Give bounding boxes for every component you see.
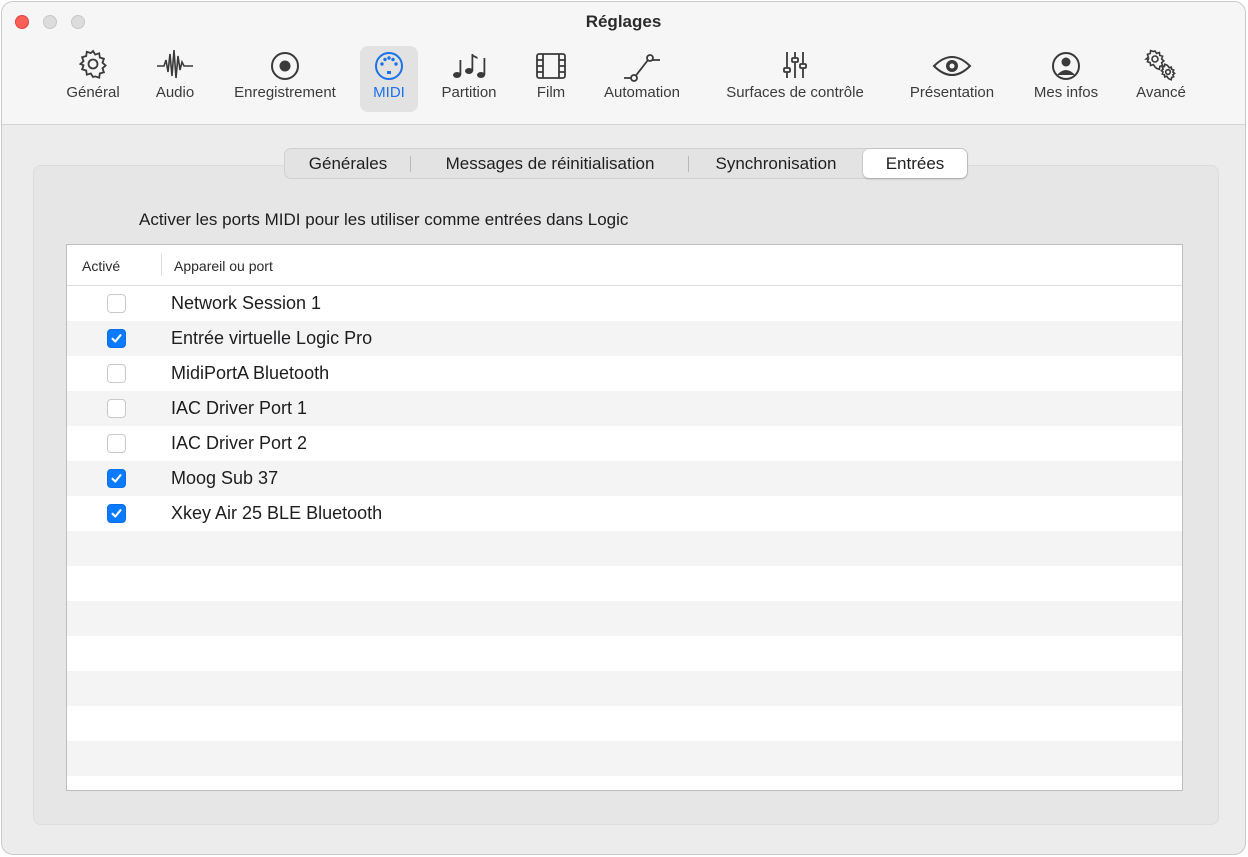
toolbar-audio[interactable]: Audio — [145, 46, 205, 112]
enable-checkbox[interactable] — [107, 434, 126, 453]
empty-row — [67, 601, 1182, 636]
device-name: IAC Driver Port 1 — [171, 398, 308, 418]
table-row[interactable]: Xkey Air 25 BLE Bluetooth — [67, 496, 1182, 531]
toolbar-general[interactable]: Général — [58, 46, 128, 112]
device-name: MidiPortA Bluetooth — [171, 363, 330, 383]
checkmark-icon — [111, 334, 122, 343]
tab-bar: Générales Messages de réinitialisation S… — [284, 148, 968, 179]
toolbar-score[interactable]: Partition — [432, 46, 506, 112]
tab-general[interactable]: Générales — [285, 149, 411, 178]
table-row[interactable]: Entrée virtuelle Logic Pro — [67, 321, 1182, 356]
tab-inputs[interactable]: Entrées — [863, 149, 967, 178]
table-row[interactable]: Network Session 1 — [67, 286, 1182, 321]
toolbar-midi[interactable]: MIDI — [360, 46, 418, 112]
music-notes-icon — [432, 46, 506, 82]
toolbar-display[interactable]: Présentation — [899, 46, 1005, 112]
automation-curve-icon — [594, 46, 690, 82]
toolbar-recording[interactable]: Enregistrement — [223, 46, 347, 112]
empty-row — [67, 741, 1182, 776]
enable-checkbox[interactable] — [107, 469, 126, 488]
toolbar-control-surfaces[interactable]: Surfaces de contrôle — [711, 46, 879, 112]
column-header-device[interactable]: Appareil ou port — [174, 258, 273, 274]
window-title: Réglages — [585, 12, 662, 31]
table-row[interactable]: IAC Driver Port 2 — [67, 426, 1182, 461]
empty-row — [67, 776, 1182, 790]
device-name: Xkey Air 25 BLE Bluetooth — [171, 503, 383, 523]
device-name: Network Session 1 — [171, 293, 322, 313]
checkmark-icon — [111, 509, 122, 518]
enable-checkbox[interactable] — [107, 364, 126, 383]
enable-checkbox[interactable] — [107, 399, 126, 418]
table-row[interactable]: MidiPortA Bluetooth — [67, 356, 1182, 391]
checkmark-icon — [111, 474, 122, 483]
column-divider[interactable] — [161, 254, 162, 276]
enable-checkbox[interactable] — [107, 329, 126, 348]
toolbar-film[interactable]: Film — [524, 46, 578, 112]
toolbar-advanced[interactable]: Avancé — [1126, 46, 1196, 112]
device-name: Moog Sub 37 — [171, 468, 279, 488]
waveform-icon — [145, 46, 205, 82]
section-heading: Activer les ports MIDI pour les utiliser… — [139, 210, 629, 229]
person-icon — [1024, 46, 1108, 82]
device-name: IAC Driver Port 2 — [171, 433, 308, 453]
device-name: Entrée virtuelle Logic Pro — [171, 328, 373, 348]
enable-checkbox[interactable] — [107, 294, 126, 313]
eye-icon — [899, 46, 1005, 82]
record-icon — [223, 46, 347, 82]
sliders-icon — [711, 46, 879, 82]
gear-icon — [58, 46, 128, 82]
empty-row — [67, 566, 1182, 601]
enable-checkbox[interactable] — [107, 504, 126, 523]
empty-row — [67, 706, 1182, 741]
title-bar: Réglages Général Audio Enregistrement MI… — [2, 2, 1245, 125]
midi-inputs-table: Activé Appareil ou port Network Session … — [66, 244, 1183, 791]
tab-reset-messages[interactable]: Messages de réinitialisation — [411, 149, 689, 178]
table-header: Activé Appareil ou port — [67, 245, 1182, 286]
toolbar-automation[interactable]: Automation — [594, 46, 690, 112]
toolbar-my-info[interactable]: Mes infos — [1024, 46, 1108, 112]
table-row[interactable]: Moog Sub 37 — [67, 461, 1182, 496]
table-row[interactable]: IAC Driver Port 1 — [67, 391, 1182, 426]
tab-synchronization[interactable]: Synchronisation — [689, 149, 863, 178]
gears-icon — [1126, 46, 1196, 82]
midi-port-icon — [360, 46, 418, 82]
empty-row — [67, 636, 1182, 671]
film-icon — [524, 46, 578, 82]
column-header-enabled[interactable]: Activé — [82, 258, 120, 274]
empty-row — [67, 531, 1182, 566]
empty-row — [67, 671, 1182, 706]
